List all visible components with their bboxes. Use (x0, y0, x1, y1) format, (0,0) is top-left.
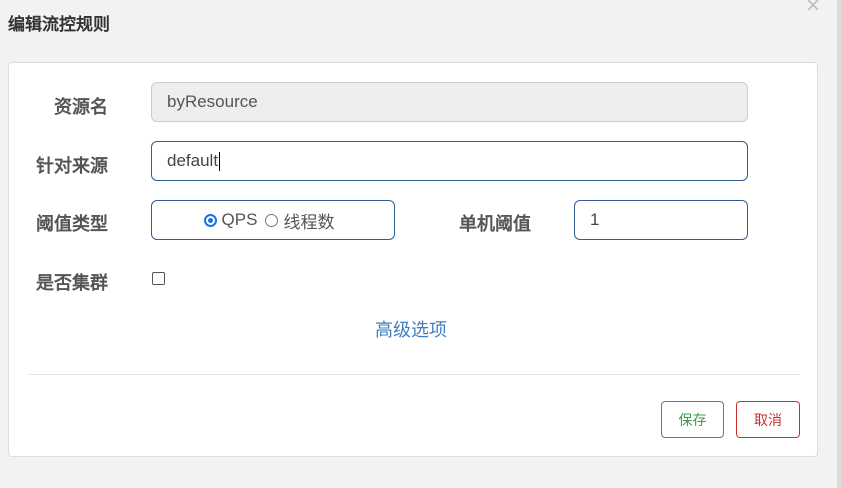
radio-qps[interactable] (203, 213, 217, 227)
cluster-checkbox[interactable] (152, 272, 165, 285)
text-caret (219, 151, 221, 171)
radio-threads-label: 线程数 (283, 212, 335, 232)
resource-label: 资源名 (54, 97, 108, 117)
radio-threads[interactable] (265, 213, 279, 227)
radio-qps-label: QPS (221, 210, 258, 229)
source-label: 针对来源 (36, 156, 108, 176)
close-icon[interactable]: × (806, 0, 820, 18)
single-threshold-value: 1 (590, 210, 600, 229)
resource-value: byResource (167, 92, 258, 111)
dialog-header: 编辑流控规则 × (0, 0, 837, 44)
advanced-options-link[interactable]: 高级选项 (375, 316, 447, 342)
radio-option-qps[interactable]: QPS (203, 210, 258, 230)
scrollbar-edge (837, 0, 841, 488)
threshold-type-label: 阈值类型 (36, 214, 108, 234)
radio-option-threads[interactable]: 线程数 (265, 208, 334, 233)
divider (28, 374, 800, 375)
save-button[interactable]: 保存 (661, 401, 724, 438)
single-threshold-input[interactable]: 1 (574, 200, 748, 240)
cluster-label: 是否集群 (36, 273, 108, 293)
dialog-title: 编辑流控规则 (8, 15, 110, 34)
source-input[interactable]: default (151, 141, 748, 181)
resource-input: byResource (151, 82, 748, 122)
cancel-button[interactable]: 取消 (736, 401, 800, 438)
source-value: default (167, 151, 219, 170)
threshold-type-radio-group: QPS 线程数 (151, 200, 395, 240)
single-threshold-label: 单机阈值 (459, 214, 531, 234)
form-panel: 资源名 byResource 针对来源 default 阈值类型 QPS 线程数… (8, 62, 818, 457)
